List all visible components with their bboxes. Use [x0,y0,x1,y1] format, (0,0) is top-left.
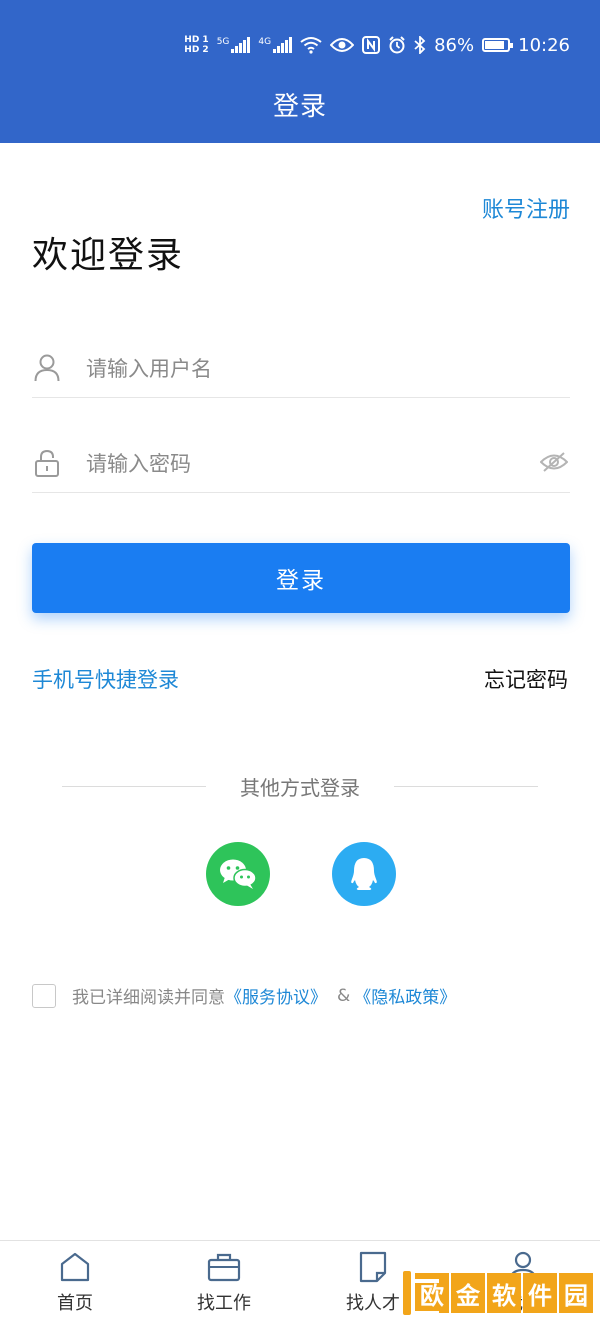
user-icon [32,354,62,382]
app-header: HD 1 HD 2 5G 4G 86% 10:26 登录 [0,0,600,143]
username-field[interactable]: 请输入用户名 [32,338,570,398]
nfc-icon [362,36,381,54]
page-title: 登录 [272,92,327,122]
forgot-password-link[interactable]: 忘记密码 [484,664,568,694]
signal-4g-icon: 4G [258,37,293,53]
battery-percent: 86% [434,34,475,56]
tab-find-job[interactable]: 找工作 [169,1251,279,1315]
other-login-divider: 其他方式登录 [62,770,538,802]
status-icons: HD 1 HD 2 5G 4G 86% 10:26 [184,30,570,60]
battery-icon [482,38,514,52]
bluetooth-icon [414,36,426,54]
qq-penguin-icon [351,858,377,890]
password-placeholder: 请输入密码 [86,451,191,476]
hd-indicator: HD 1 HD 2 [184,35,208,55]
username-placeholder: 请输入用户名 [86,356,212,381]
wechat-icon [220,859,257,889]
register-account-link[interactable]: 账号注册 [482,192,570,224]
briefcase-icon [207,1253,241,1282]
home-icon [60,1252,90,1282]
watermark-logo: 欧 金 软 件 园 [403,1270,593,1316]
signal-5g-icon: 5G [217,37,251,53]
service-agreement-link[interactable]: 《服务协议》 [225,983,327,1008]
hd1-label: HD 1 [184,35,209,45]
welcome-heading: 欢迎登录 [32,235,185,276]
privacy-policy-link[interactable]: 《隐私政策》 [354,983,456,1008]
battery-level-fill [485,41,505,49]
alarm-icon [389,36,405,54]
eye-slash-icon[interactable] [539,451,569,477]
eye-icon [330,38,355,52]
clock: 10:26 [518,34,570,56]
hd2-label: HD 2 [184,45,209,55]
agreement-separator: & [337,985,351,1006]
wifi-icon [300,37,322,54]
tab-home[interactable]: 首页 [20,1251,130,1315]
login-button[interactable]: 登录 [32,543,570,613]
document-icon [359,1251,387,1283]
watermark-text: 欧 金 软 件 园 [415,1273,593,1313]
agreement-row: 我已详细阅读并同意 《服务协议》 & 《隐私政策》 [32,983,456,1008]
other-login-label: 其他方式登录 [240,775,360,800]
lock-icon [32,449,62,477]
password-field[interactable]: 请输入密码 [32,433,570,493]
status-bar: HD 1 HD 2 5G 4G 86% 10:26 [0,0,600,88]
watermark-logo-icon [403,1271,439,1315]
divider-line-left [62,785,206,787]
agreement-prefix: 我已详细阅读并同意 [72,988,225,1008]
tab-find-talent-label: 找人才 [346,1293,400,1314]
divider-line-right [394,785,538,787]
tab-home-label: 首页 [57,1293,93,1314]
phone-quick-login-link[interactable]: 手机号快捷登录 [32,664,179,694]
wechat-login-button[interactable] [206,842,270,906]
tab-find-job-label: 找工作 [197,1293,251,1314]
qq-login-button[interactable] [332,842,396,906]
agreement-checkbox[interactable] [32,983,56,1008]
